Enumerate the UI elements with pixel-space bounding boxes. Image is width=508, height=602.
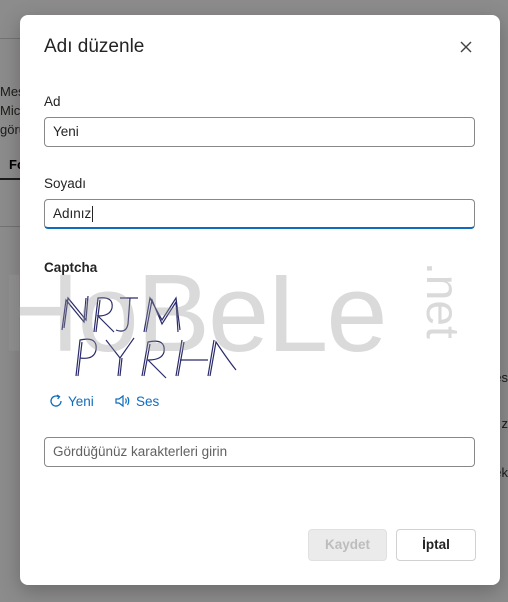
close-button[interactable] — [456, 37, 476, 57]
text-cursor — [92, 206, 94, 223]
first-name-label: Ad — [44, 94, 61, 109]
captcha-label: Captcha — [44, 260, 98, 275]
cancel-button[interactable]: İptal — [396, 529, 476, 561]
close-icon — [460, 41, 472, 53]
watermark-suffix: .net — [417, 262, 469, 339]
refresh-icon — [50, 394, 62, 407]
first-name-value: Yeni — [53, 124, 79, 139]
dialog-title: Adı düzenle — [44, 36, 145, 57]
captcha-image — [61, 295, 237, 379]
captcha-input-placeholder: Gördüğünüz karakterleri girin — [53, 444, 228, 459]
captcha-refresh-link[interactable]: Yeni — [48, 393, 94, 409]
save-button[interactable]: Kaydet — [308, 529, 387, 561]
captcha-audio-link[interactable]: Ses — [114, 393, 159, 409]
last-name-field[interactable]: Adınız — [44, 199, 475, 229]
captcha-audio-label: Ses — [136, 393, 160, 409]
last-name-value: Adınız — [53, 206, 92, 221]
first-name-field[interactable]: Yeni — [44, 117, 475, 147]
captcha-refresh-label: Yeni — [68, 393, 94, 409]
captcha-input[interactable]: Gördüğünüz karakterleri girin — [44, 437, 475, 467]
speaker-icon — [115, 394, 130, 408]
last-name-label: Soyadı — [44, 176, 87, 191]
